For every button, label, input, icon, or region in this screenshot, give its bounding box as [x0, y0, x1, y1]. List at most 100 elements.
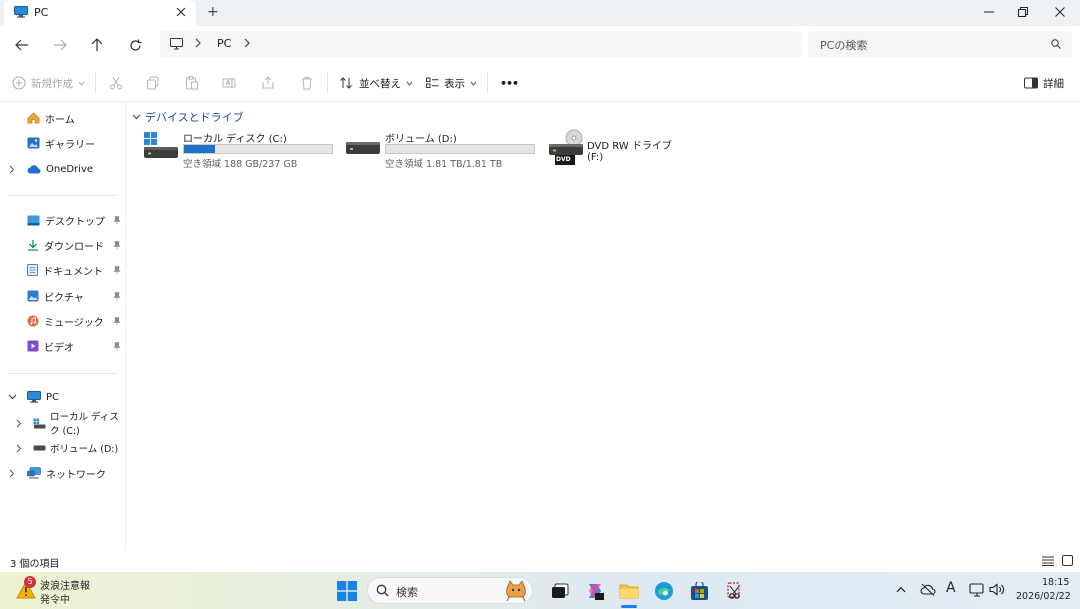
- chevron-right-icon[interactable]: [16, 444, 22, 453]
- address-bar[interactable]: PC: [160, 31, 802, 57]
- tab-pc[interactable]: PC: [4, 0, 196, 26]
- nav-videos[interactable]: ビデオ: [27, 334, 124, 358]
- pin-icon[interactable]: [113, 266, 121, 275]
- monitor-icon: [14, 6, 28, 18]
- network-icon[interactable]: [969, 583, 985, 597]
- paste-button[interactable]: [185, 64, 199, 102]
- details-view-icon[interactable]: [1042, 556, 1054, 566]
- maximize-button[interactable]: [1006, 1, 1040, 23]
- chevron-right-icon[interactable]: [16, 419, 22, 428]
- view-icon: [426, 77, 439, 89]
- nav-documents-label: ドキュメント: [43, 266, 103, 278]
- snipping-tool-button[interactable]: [721, 578, 747, 604]
- tab-title: PC: [34, 6, 49, 19]
- edge-icon: [655, 582, 673, 600]
- breadcrumb-pc[interactable]: PC: [217, 37, 231, 50]
- drive-d-name: ボリューム (D:): [385, 134, 457, 145]
- drive-f-tile[interactable]: DVD DVD RW ドライブ (F:): [545, 128, 685, 170]
- file-explorer-button[interactable]: [616, 578, 642, 604]
- divider: [8, 195, 118, 196]
- chevron-down-icon: [406, 81, 413, 86]
- nav-onedrive[interactable]: OneDrive: [27, 157, 93, 181]
- drive-d-tile[interactable]: ボリューム (D:) 空き領域 1.81 TB/1.81 TB: [342, 128, 538, 170]
- minimize-button[interactable]: [972, 1, 1006, 23]
- paste-icon: [185, 76, 199, 90]
- rename-button[interactable]: [222, 64, 236, 102]
- chevron-right-icon[interactable]: [195, 38, 202, 48]
- tiles-view-icon[interactable]: [1062, 555, 1073, 566]
- share-button[interactable]: [261, 64, 275, 102]
- dvd-badge: DVD: [556, 156, 571, 163]
- chevron-right-icon[interactable]: [9, 469, 15, 478]
- monitor-icon: [170, 38, 183, 50]
- nav-onedrive-label: OneDrive: [46, 163, 94, 175]
- nav-music[interactable]: ミュージック: [27, 309, 124, 333]
- nav-volume-d[interactable]: ボリューム (D:): [33, 436, 118, 460]
- close-tab-icon[interactable]: [176, 7, 186, 17]
- volume-icon[interactable]: [989, 583, 1005, 596]
- cloud-off-icon[interactable]: [920, 583, 936, 596]
- cloud-icon: [27, 164, 41, 174]
- drive-c-tile[interactable]: ローカル ディスク (C:) 空き領域 188 GB/237 GB: [140, 128, 336, 170]
- ime-indicator[interactable]: A: [946, 580, 956, 596]
- chevron-up-icon[interactable]: [896, 586, 906, 593]
- refresh-button[interactable]: [121, 31, 149, 59]
- view-button[interactable]: 表示: [426, 64, 477, 102]
- monitor-icon: [27, 391, 41, 403]
- nav-pc[interactable]: PC: [27, 385, 59, 409]
- clock-time[interactable]: 18:15: [1042, 577, 1069, 588]
- new-button[interactable]: 新規作成: [12, 64, 85, 102]
- chevron-right-icon[interactable]: [244, 38, 251, 48]
- more-button[interactable]: •••: [500, 64, 519, 102]
- item-count: 3 個の項目: [10, 559, 60, 570]
- nav-documents[interactable]: ドキュメント: [27, 258, 124, 282]
- details-button[interactable]: 詳細: [1024, 64, 1064, 102]
- group-header-devices[interactable]: デバイスとドライブ: [132, 109, 244, 125]
- weather-widget[interactable]: 5 波浪注意報 発令中: [10, 575, 110, 607]
- store-button[interactable]: [686, 578, 712, 604]
- back-button[interactable]: [8, 31, 36, 59]
- new-tab-button[interactable]: +: [207, 4, 219, 20]
- trash-icon: [300, 76, 314, 90]
- copy-button[interactable]: [146, 64, 160, 102]
- address-row: PC PCの検索: [0, 26, 1080, 64]
- copilot-button[interactable]: [582, 578, 608, 604]
- search-box[interactable]: PCの検索: [808, 31, 1072, 57]
- nav-gallery-label: ギャラリー: [45, 139, 95, 151]
- nav-pictures[interactable]: ピクチャ: [27, 284, 124, 308]
- nav-desktop[interactable]: デスクトップ: [27, 208, 124, 232]
- edge-button[interactable]: [651, 578, 677, 604]
- nav-network-label: ネットワーク: [46, 469, 106, 481]
- nav-downloads-label: ダウンロード: [44, 241, 104, 253]
- sort-button[interactable]: 並べ替え: [340, 64, 413, 102]
- start-button[interactable]: [334, 578, 360, 604]
- forward-button[interactable]: [46, 31, 74, 59]
- close-window-button[interactable]: [1043, 1, 1077, 23]
- sort-icon: [340, 77, 354, 89]
- pin-icon[interactable]: [113, 342, 121, 351]
- search-input[interactable]: PCの検索: [820, 37, 867, 53]
- nav-downloads[interactable]: ダウンロード: [27, 233, 124, 257]
- plus-circle-icon: [12, 76, 26, 90]
- pin-icon[interactable]: [113, 241, 121, 250]
- chevron-down-icon[interactable]: [8, 394, 17, 400]
- new-button-label: 新規作成: [31, 77, 73, 90]
- nav-home[interactable]: ホーム: [27, 106, 75, 130]
- pin-icon[interactable]: [113, 292, 121, 301]
- up-button[interactable]: [83, 31, 111, 59]
- taskbar-search[interactable]: 検索: [367, 577, 533, 604]
- chevron-right-icon[interactable]: [9, 165, 15, 174]
- drive-c-usage-fill: [184, 145, 215, 153]
- task-view-button[interactable]: [547, 578, 573, 604]
- pin-icon[interactable]: [113, 317, 121, 326]
- nav-local-disk-label: ローカル ディスク (C:): [50, 412, 119, 437]
- nav-gallery[interactable]: ギャラリー: [27, 131, 95, 155]
- notification-badge: 5: [24, 576, 36, 588]
- pin-icon[interactable]: [113, 216, 121, 225]
- nav-pictures-label: ピクチャ: [44, 292, 84, 304]
- clock-date[interactable]: 2026/02/22: [1016, 591, 1071, 602]
- nav-network[interactable]: ネットワーク: [27, 461, 106, 485]
- delete-button[interactable]: [300, 64, 314, 102]
- cut-button[interactable]: [109, 64, 123, 102]
- nav-local-disk-c[interactable]: ローカル ディスク (C:): [33, 411, 125, 437]
